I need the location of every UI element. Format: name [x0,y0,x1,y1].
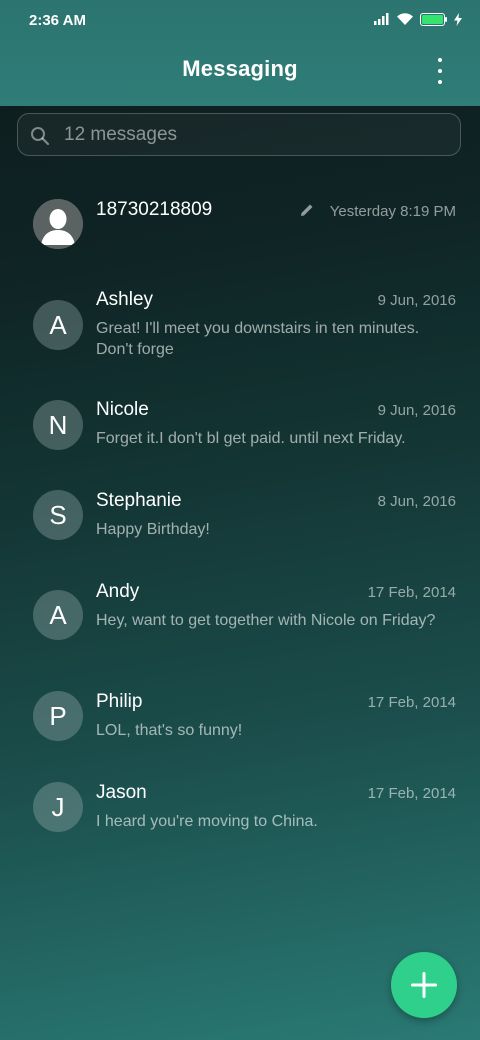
contact-name: Stephanie [96,490,182,511]
new-message-button[interactable] [391,952,457,1018]
avatar: N [33,400,83,450]
message-snippet: LOL, that's so funny! [96,722,243,739]
person-icon [33,199,83,249]
conversation-item[interactable]: S Stephanie 8 Jun, 2016 Happy Birthday! [0,481,480,551]
avatar: S [33,490,83,540]
conversation-item[interactable]: A Ashley 9 Jun, 2016 Great! I'll meet yo… [0,280,480,370]
search-bar[interactable]: 12 messages [17,113,461,156]
dot [438,58,442,62]
contact-name: Nicole [96,399,149,420]
message-date: 9 Jun, 2016 [377,292,456,309]
status-icons [374,12,462,26]
message-date: 17 Feb, 2014 [367,694,456,711]
avatar: J [33,782,83,832]
contact-name: 18730218809 [96,199,213,220]
search-icon [31,127,50,146]
avatar [33,199,83,249]
status-bar: 2:36 AM [0,0,480,42]
conversation-item[interactable]: P Philip 17 Feb, 2014 LOL, that's so fun… [0,682,480,752]
avatar: P [33,691,83,741]
message-snippet: Forget it.I don't bl get paid. until nex… [96,430,406,447]
conversation-item[interactable]: A Andy 17 Feb, 2014 Hey, want to get tog… [0,572,480,662]
search-input[interactable]: 12 messages [64,124,177,146]
message-date: 9 Jun, 2016 [377,402,456,419]
battery-icon [420,12,447,26]
contact-name: Ashley [96,289,154,310]
contact-name: Philip [96,691,143,712]
dot [438,69,442,73]
message-date: 8 Jun, 2016 [377,493,456,510]
conversation-item[interactable]: N Nicole 9 Jun, 2016 Forget it.I don't b… [0,390,480,460]
conversation-item[interactable]: 18730218809 Yesterday 8:19 PM [0,186,480,266]
message-date: Yesterday 8:19 PM [329,203,456,220]
message-date: 17 Feb, 2014 [367,785,456,802]
charging-icon [454,12,462,26]
status-time: 2:36 AM [29,12,86,29]
dot [438,80,442,84]
message-date: 17 Feb, 2014 [367,584,456,601]
message-snippet: I heard you're moving to China. [96,813,318,830]
pencil-icon [301,204,313,216]
message-snippet: Hey, want to get together with Nicole on… [96,612,436,629]
plus-icon [411,972,437,998]
contact-name: Andy [96,581,140,602]
avatar: A [33,300,83,350]
conversation-item[interactable]: J Jason 17 Feb, 2014 I heard you're movi… [0,773,480,843]
contact-name: Jason [96,782,147,803]
message-snippet: Happy Birthday! [96,521,210,538]
wifi-icon [397,13,413,25]
more-options-button[interactable] [428,58,452,84]
signal-icon [374,13,389,25]
avatar: A [33,590,83,640]
page-title: Messaging [182,56,298,81]
message-snippet: Great! I'll meet you downstairs in ten m… [96,320,420,358]
